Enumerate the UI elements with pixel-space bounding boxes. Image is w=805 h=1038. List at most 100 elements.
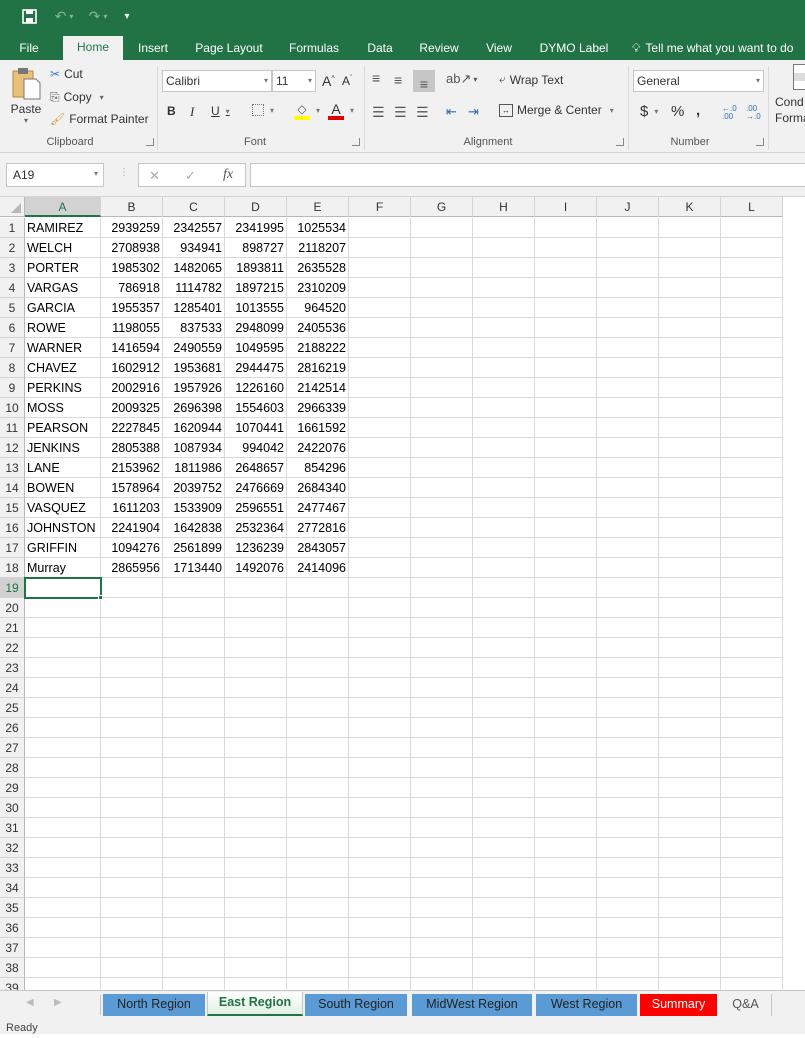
cell-E11[interactable]: 1661592 <box>287 418 349 438</box>
cell-A35[interactable] <box>25 898 101 918</box>
cell-C10[interactable]: 2696398 <box>163 398 225 418</box>
cell-H35[interactable] <box>473 898 535 918</box>
cell-F20[interactable] <box>349 598 411 618</box>
cell-F8[interactable] <box>349 358 411 378</box>
cell-C22[interactable] <box>163 638 225 658</box>
cell-E8[interactable]: 2816219 <box>287 358 349 378</box>
cell-E3[interactable]: 2635528 <box>287 258 349 278</box>
column-header-G[interactable]: G <box>411 197 473 217</box>
cell-G1[interactable] <box>411 218 473 238</box>
cell-L31[interactable] <box>721 818 783 838</box>
cell-H27[interactable] <box>473 738 535 758</box>
cell-B23[interactable] <box>101 658 163 678</box>
cell-I3[interactable] <box>535 258 597 278</box>
cell-C37[interactable] <box>163 938 225 958</box>
cell-K12[interactable] <box>659 438 721 458</box>
cell-G16[interactable] <box>411 518 473 538</box>
cell-E14[interactable]: 2684340 <box>287 478 349 498</box>
cell-D25[interactable] <box>225 698 287 718</box>
cell-G23[interactable] <box>411 658 473 678</box>
conditional-formatting-button[interactable]: Cond Forma <box>775 64 805 126</box>
cell-B12[interactable]: 2805388 <box>101 438 163 458</box>
cell-L18[interactable] <box>721 558 783 578</box>
cell-B19[interactable] <box>101 578 163 598</box>
cell-D7[interactable]: 1049595 <box>225 338 287 358</box>
cell-L21[interactable] <box>721 618 783 638</box>
cell-B14[interactable]: 1578964 <box>101 478 163 498</box>
cell-E31[interactable] <box>287 818 349 838</box>
row-header[interactable]: 36 <box>0 918 25 938</box>
cell-A17[interactable]: GRIFFIN <box>25 538 101 558</box>
cell-L38[interactable] <box>721 958 783 978</box>
row-header[interactable]: 30 <box>0 798 25 818</box>
cell-A34[interactable] <box>25 878 101 898</box>
cell-L26[interactable] <box>721 718 783 738</box>
cell-E1[interactable]: 1025534 <box>287 218 349 238</box>
cell-B4[interactable]: 786918 <box>101 278 163 298</box>
cell-D8[interactable]: 2944475 <box>225 358 287 378</box>
column-header-K[interactable]: K <box>659 197 721 217</box>
cell-A23[interactable] <box>25 658 101 678</box>
font-color-button[interactable]: A <box>328 102 344 120</box>
cell-F35[interactable] <box>349 898 411 918</box>
cell-L32[interactable] <box>721 838 783 858</box>
cell-E26[interactable] <box>287 718 349 738</box>
column-header-I[interactable]: I <box>535 197 597 217</box>
cell-A38[interactable] <box>25 958 101 978</box>
cell-L30[interactable] <box>721 798 783 818</box>
cell-A31[interactable] <box>25 818 101 838</box>
save-icon[interactable] <box>20 6 38 26</box>
cell-F34[interactable] <box>349 878 411 898</box>
decrease-indent-button[interactable]: ⇤ <box>446 104 457 120</box>
cell-F16[interactable] <box>349 518 411 538</box>
cell-L2[interactable] <box>721 238 783 258</box>
cell-F27[interactable] <box>349 738 411 758</box>
cell-D10[interactable]: 1554603 <box>225 398 287 418</box>
cell-E39[interactable] <box>287 978 349 990</box>
cell-E36[interactable] <box>287 918 349 938</box>
cell-K25[interactable] <box>659 698 721 718</box>
cell-K15[interactable] <box>659 498 721 518</box>
cell-H5[interactable] <box>473 298 535 318</box>
active-cell-selection[interactable] <box>24 577 102 599</box>
cell-I35[interactable] <box>535 898 597 918</box>
cell-F36[interactable] <box>349 918 411 938</box>
cell-A20[interactable] <box>25 598 101 618</box>
cell-L13[interactable] <box>721 458 783 478</box>
cell-C19[interactable] <box>163 578 225 598</box>
cell-K5[interactable] <box>659 298 721 318</box>
cell-E25[interactable] <box>287 698 349 718</box>
cell-D27[interactable] <box>225 738 287 758</box>
cell-F23[interactable] <box>349 658 411 678</box>
cell-H18[interactable] <box>473 558 535 578</box>
cell-B35[interactable] <box>101 898 163 918</box>
cell-I12[interactable] <box>535 438 597 458</box>
row-header[interactable]: 27 <box>0 738 25 758</box>
row-header[interactable]: 29 <box>0 778 25 798</box>
cell-K30[interactable] <box>659 798 721 818</box>
cell-D34[interactable] <box>225 878 287 898</box>
cell-G28[interactable] <box>411 758 473 778</box>
cell-L8[interactable] <box>721 358 783 378</box>
cell-C16[interactable]: 1642838 <box>163 518 225 538</box>
cell-G32[interactable] <box>411 838 473 858</box>
cell-J15[interactable] <box>597 498 659 518</box>
cell-C31[interactable] <box>163 818 225 838</box>
cell-B6[interactable]: 1198055 <box>101 318 163 338</box>
column-header-D[interactable]: D <box>225 197 287 217</box>
cell-B5[interactable]: 1955357 <box>101 298 163 318</box>
cell-D11[interactable]: 1070441 <box>225 418 287 438</box>
cell-H19[interactable] <box>473 578 535 598</box>
cell-F21[interactable] <box>349 618 411 638</box>
cell-K34[interactable] <box>659 878 721 898</box>
row-header[interactable]: 24 <box>0 678 25 698</box>
cell-K7[interactable] <box>659 338 721 358</box>
increase-decimal-button[interactable]: ←.0.00 <box>722 105 737 121</box>
cell-E34[interactable] <box>287 878 349 898</box>
cell-L29[interactable] <box>721 778 783 798</box>
cell-C4[interactable]: 1114782 <box>163 278 225 298</box>
cell-L25[interactable] <box>721 698 783 718</box>
row-header[interactable]: 14 <box>0 478 25 498</box>
cell-F12[interactable] <box>349 438 411 458</box>
enter-icon[interactable]: ✓ <box>185 168 196 184</box>
